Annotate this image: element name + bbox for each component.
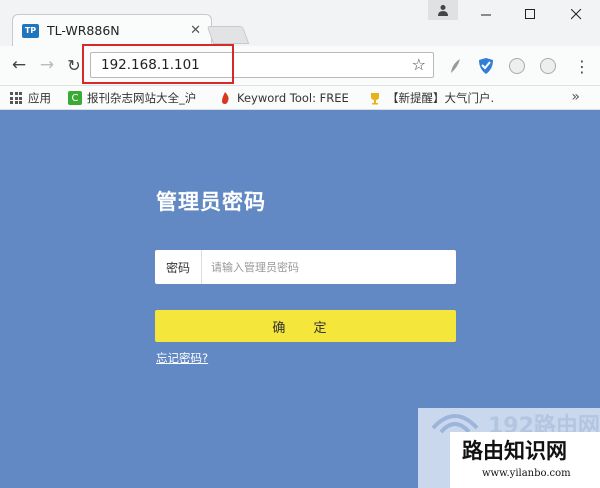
maximize-button[interactable] bbox=[508, 0, 552, 28]
bookmarks-bar: 应用 C 报刊杂志网站大全_沪 Keyword Tool: FREE 【新提醒】… bbox=[0, 86, 600, 110]
trophy-icon bbox=[368, 91, 382, 105]
extension-circle-1[interactable] bbox=[507, 56, 527, 76]
feather-icon bbox=[451, 59, 460, 73]
page-title: 管理员密码 bbox=[156, 190, 266, 214]
new-tab-button[interactable] bbox=[206, 26, 250, 44]
browser-tab[interactable]: TP TL-WR886N ✕ bbox=[12, 14, 212, 46]
watermark-site-name: 路由知识网 bbox=[462, 438, 567, 463]
forward-arrow-icon: → bbox=[39, 55, 55, 75]
bookmark-label: 【新提醒】大气门户. bbox=[387, 91, 495, 105]
apps-grid-icon bbox=[10, 92, 22, 104]
forgot-password-link[interactable]: 忘记密码? bbox=[156, 350, 208, 366]
profile-button[interactable] bbox=[428, 0, 458, 20]
forward-button[interactable]: → bbox=[36, 54, 58, 76]
close-window-button[interactable] bbox=[554, 0, 598, 28]
bookmark-label: 应用 bbox=[28, 91, 51, 105]
tab-title: TL-WR886N bbox=[47, 23, 120, 38]
close-tab-icon[interactable]: ✕ bbox=[190, 23, 201, 38]
green-c-icon: C bbox=[68, 91, 82, 105]
extension-circle-2[interactable] bbox=[538, 56, 558, 76]
extension-icon bbox=[540, 58, 556, 74]
person-icon bbox=[438, 5, 448, 16]
back-button[interactable]: ← bbox=[8, 54, 30, 76]
confirm-button[interactable]: 确 定 bbox=[155, 310, 456, 342]
bookmark-keyword-tool[interactable]: Keyword Tool: FREE bbox=[218, 89, 349, 107]
title-bar: TP TL-WR886N ✕ bbox=[0, 0, 600, 46]
minimize-button[interactable] bbox=[464, 0, 508, 28]
flame-icon bbox=[218, 91, 232, 105]
menu-button[interactable]: ⋮ bbox=[572, 56, 592, 76]
more-vertical-icon: ⋮ bbox=[574, 56, 590, 76]
minimize-icon bbox=[480, 14, 491, 15]
password-input[interactable] bbox=[202, 250, 456, 284]
shield-icon bbox=[479, 58, 493, 74]
close-icon bbox=[570, 8, 581, 19]
bookmark-star-icon[interactable]: ☆ bbox=[412, 55, 426, 74]
extension-shield[interactable] bbox=[476, 56, 496, 76]
tp-link-favicon-icon: TP bbox=[22, 23, 39, 38]
bookmark-label: 报刊杂志网站大全_沪 bbox=[87, 91, 197, 105]
chevron-right-icon[interactable]: » bbox=[571, 89, 580, 105]
reload-icon: ↻ bbox=[67, 55, 81, 75]
back-arrow-icon: ← bbox=[11, 55, 27, 75]
url-highlight-box bbox=[82, 44, 234, 84]
bookmark-label: Keyword Tool: FREE bbox=[237, 91, 349, 105]
bookmark-apps[interactable]: 应用 bbox=[10, 89, 51, 107]
password-label: 密码 bbox=[155, 250, 202, 284]
bookmark-portal[interactable]: 【新提醒】大气门户. bbox=[368, 89, 494, 107]
extension-icon bbox=[509, 58, 525, 74]
watermark-url: www.yilanbo.com bbox=[482, 468, 571, 479]
maximize-icon bbox=[524, 8, 535, 19]
bookmark-magazines[interactable]: C 报刊杂志网站大全_沪 bbox=[68, 89, 196, 107]
extension-feather[interactable] bbox=[445, 56, 465, 76]
password-row: 密码 bbox=[155, 250, 456, 284]
